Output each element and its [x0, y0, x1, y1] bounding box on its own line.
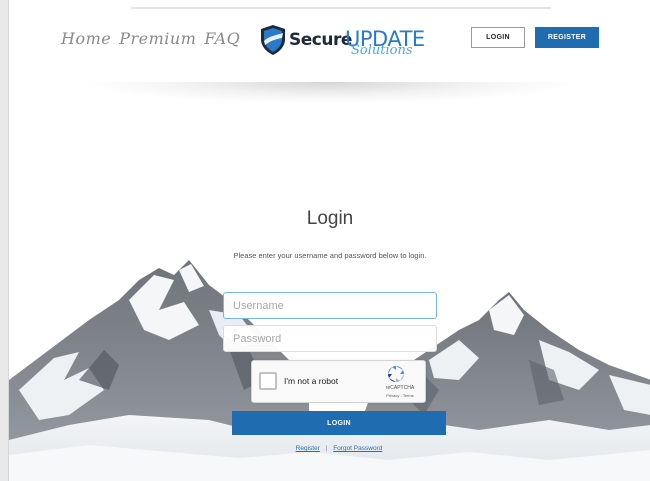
forgot-password-link[interactable]: Forgot Password: [333, 445, 382, 452]
register-link[interactable]: Register: [296, 445, 320, 452]
login-title: Login: [306, 208, 354, 229]
logo-solutions-text: Solutions: [351, 43, 413, 58]
site-header: Home Premium FAQ Secure UPDATE Solutions…: [9, 10, 650, 80]
recaptcha-icon: [388, 366, 404, 382]
recaptcha-checkbox[interactable]: [259, 372, 277, 390]
shield-icon: [261, 25, 285, 55]
main-nav: Home Premium FAQ: [61, 29, 240, 48]
site-logo[interactable]: Secure UPDATE Solutions: [259, 24, 425, 60]
top-divider: [131, 7, 551, 9]
recaptcha-widget: I'm not a robot reCAPTCHA Privacy - Term…: [251, 360, 426, 403]
nav-home-link[interactable]: Home: [61, 29, 111, 48]
recaptcha-label: I'm not a robot: [284, 376, 339, 386]
nav-faq-link[interactable]: FAQ: [204, 29, 240, 48]
nav-premium-link[interactable]: Premium: [119, 29, 196, 48]
login-submit-button[interactable]: LOGIN: [232, 411, 446, 435]
header-login-button[interactable]: LOGIN: [471, 27, 525, 48]
username-input[interactable]: [223, 292, 437, 319]
recaptcha-terms[interactable]: Privacy - Terms: [376, 393, 424, 398]
login-description: Please enter your username and password …: [233, 251, 427, 260]
header-shadow: [79, 82, 579, 104]
header-register-button[interactable]: REGISTER: [535, 27, 599, 48]
page-frame: Home Premium FAQ Secure UPDATE Solutions…: [8, 0, 650, 481]
form-links: Register | Forgot Password: [232, 445, 446, 452]
password-input[interactable]: [223, 325, 437, 352]
recaptcha-brand: reCAPTCHA: [385, 385, 415, 391]
logo-secure-text: Secure: [289, 30, 352, 50]
links-separator: |: [325, 445, 328, 452]
